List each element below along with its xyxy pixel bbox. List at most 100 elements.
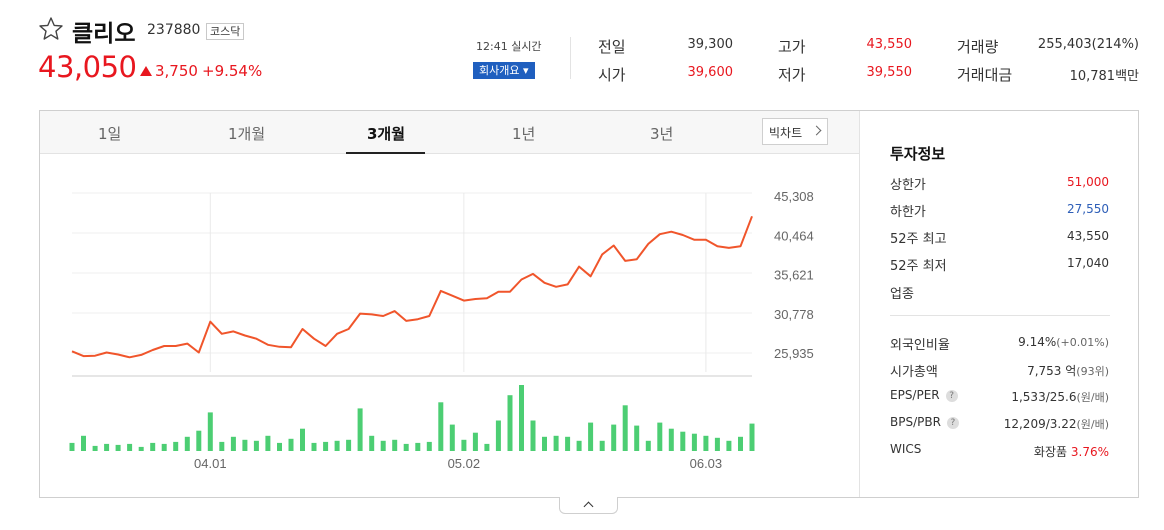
volume-bar (714, 437, 720, 451)
volume-bar (369, 435, 375, 451)
volume-bar (645, 440, 651, 451)
volume-bar (207, 412, 213, 451)
foreign-ratio-number: 9.14% (1018, 335, 1057, 349)
low52-value: 17,040 (1067, 256, 1109, 270)
bps-pbr-unit: (원/배) (1076, 418, 1109, 431)
open-label: 시가 (598, 66, 626, 84)
price-change-value: 3,750 (155, 62, 198, 80)
y-tick-label: 45,308 (774, 189, 814, 204)
volume-value: 255,403(214%) (1037, 37, 1139, 52)
volume-bar (92, 445, 98, 451)
tab-1month[interactable]: 1개월 (228, 123, 265, 144)
foreign-ratio-change: (+0.01%) (1056, 336, 1109, 349)
volume-bar (611, 424, 617, 451)
realtime-label: 12:41 실시간 (476, 40, 542, 53)
favorite-star-icon[interactable] (38, 16, 64, 42)
period-tabs: 1일 1개월 3개월 1년 3년 빅차트 (40, 111, 859, 154)
volume-bar (622, 405, 628, 451)
volume-bar (449, 424, 455, 451)
y-tick-label: 30,778 (774, 307, 814, 322)
volume-bar (334, 440, 340, 451)
volume-bar (311, 442, 317, 451)
high52-value: 43,550 (1067, 229, 1109, 243)
wics-value: 화장품 3.76% (1034, 443, 1109, 460)
help-icon[interactable]: ? (945, 390, 958, 402)
change-rate: +9.54% (202, 62, 263, 80)
stock-code: 237880 (147, 22, 201, 38)
x-tick-label: 05.02 (448, 456, 481, 471)
y-tick-label: 35,621 (774, 268, 814, 283)
high-value: 43,550 (866, 37, 913, 52)
volume-bar (530, 420, 536, 451)
volume-bar (495, 420, 501, 451)
collapse-toggle-button[interactable] (559, 497, 618, 514)
volume-bar (196, 430, 202, 451)
volume-bar (288, 438, 294, 451)
volume-bar (277, 442, 282, 451)
high-label: 고가 (778, 38, 806, 56)
prev-close-value: 39,300 (687, 37, 734, 52)
volume-label: 거래량 (957, 38, 999, 56)
volume-bar (426, 441, 432, 451)
market-badge: 코스닥 (206, 23, 245, 40)
panel-divider (890, 315, 1110, 316)
volume-bar (150, 442, 156, 451)
bps-pbr-label: BPS/PBR? (890, 415, 959, 429)
tab-3month[interactable]: 3개월 (367, 123, 405, 144)
help-icon[interactable]: ? (946, 417, 959, 429)
volume-bar (703, 435, 709, 451)
volume-bar (472, 432, 478, 451)
volume-bar (726, 440, 732, 451)
eps-per-unit: (원/배) (1076, 391, 1109, 404)
volume-bar (484, 443, 490, 451)
tab-1day[interactable]: 1일 (98, 123, 121, 144)
bps-pbr-number: 12,209/3.22 (1003, 417, 1077, 431)
foreign-ratio-value: 9.14%(+0.01%) (1018, 335, 1109, 349)
volume-bar (184, 436, 190, 451)
open-value: 39,600 (687, 65, 734, 80)
investment-info-panel: 투자정보 상한가 51,000 하한가 27,550 52주 최고 43,550… (859, 111, 1139, 497)
upper-limit-value: 51,000 (1067, 175, 1109, 189)
big-chart-button[interactable]: 빅차트 (762, 118, 828, 145)
low-value: 39,550 (866, 65, 913, 80)
low52-label: 52주 최저 (890, 259, 947, 274)
volume-bar (161, 443, 167, 451)
low-label: 저가 (778, 66, 806, 84)
x-tick-label: 04.01 (194, 456, 227, 471)
eps-per-number: 1,533/25.6 (1011, 390, 1077, 404)
volume-bar (138, 446, 144, 451)
volume-bar (657, 422, 663, 451)
volume-bar (104, 443, 110, 451)
tab-3year[interactable]: 3년 (650, 123, 673, 144)
amount-label: 거래대금 (957, 66, 1013, 84)
investment-info-title: 투자정보 (890, 145, 946, 163)
volume-bar (242, 439, 248, 451)
volume-bar (115, 444, 121, 451)
up-arrow-icon (140, 66, 152, 76)
company-overview-button[interactable]: 회사개요 ▾ (473, 62, 535, 79)
stock-name: 클리오 (72, 21, 136, 47)
upper-limit-label: 상한가 (890, 178, 926, 193)
y-tick-label: 25,935 (774, 346, 814, 361)
active-tab-indicator (346, 152, 425, 154)
volume-bar (691, 433, 697, 451)
market-cap-number: 7,753 억 (1027, 364, 1077, 378)
volume-bar (507, 395, 513, 451)
market-cap-rank: (93위) (1076, 365, 1109, 378)
stock-header: 클리오 237880 코스닥 43,050 3,750 +9.54% 12:41… (0, 0, 1164, 100)
x-tick-label: 06.03 (690, 456, 723, 471)
volume-bar (69, 442, 75, 451)
volume-bar (749, 423, 755, 451)
market-cap-label: 시가총액 (890, 365, 938, 380)
tab-1year[interactable]: 1년 (512, 123, 535, 144)
volume-bar (219, 441, 225, 451)
volume-bar (588, 422, 594, 451)
eps-per-value: 1,533/25.6(원/배) (1011, 389, 1109, 405)
volume-bar (599, 440, 605, 451)
volume-bar (127, 443, 133, 451)
volume-bar (300, 428, 305, 451)
eps-per-text: EPS/PER (890, 388, 940, 402)
volume-bar (576, 440, 582, 451)
y-tick-label: 40,464 (774, 228, 814, 243)
current-price: 43,050 (38, 50, 137, 84)
